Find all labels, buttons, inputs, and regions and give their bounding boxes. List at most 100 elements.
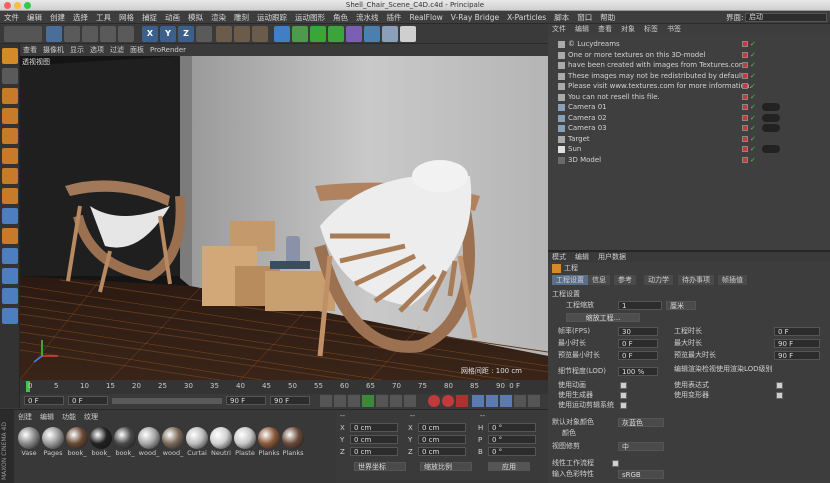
max-frame-field[interactable]: 90 F [226,396,266,405]
material-swatch[interactable] [258,427,280,449]
enabled-check-icon[interactable]: ✓ [750,93,756,100]
viewport-menu-cameras[interactable]: 摄像机 [40,44,67,56]
points-mode-icon[interactable] [2,128,18,144]
object-row[interactable]: © Lucydreams ✓ [548,39,830,49]
workplane-icon[interactable] [2,108,18,124]
material-swatch[interactable] [162,427,184,449]
attr-field-value[interactable]: 90 F [774,339,820,348]
tab-dynamics[interactable]: 动力学 [644,275,673,285]
checkbox[interactable] [620,382,627,389]
live-selection-icon[interactable] [46,26,62,42]
checkbox[interactable] [620,392,627,399]
attr-field-value[interactable]: 30 [618,327,658,336]
go-to-start-icon[interactable] [320,395,332,407]
size-field[interactable]: 0 cm [418,423,466,432]
object-row[interactable]: have been created with images from Textu… [548,60,830,70]
planar-workplane-icon[interactable] [2,288,18,304]
render-settings-icon[interactable] [252,26,268,42]
menu-vray[interactable]: V-Ray Bridge [447,11,503,24]
coordinate-mode-select[interactable]: 世界坐标 [354,462,406,471]
rotation-field[interactable]: 0 ° [488,423,536,432]
material-swatch[interactable] [186,427,208,449]
deformer-icon[interactable] [346,26,362,42]
sun-tag-icon[interactable] [762,145,780,153]
keyframe-selection-icon[interactable] [456,395,468,407]
material-swatch[interactable] [210,427,232,449]
tab-reference[interactable]: 参考 [614,275,636,285]
object-row[interactable]: These images may not be redistributed by… [548,71,830,81]
menu-window[interactable]: 窗口 [573,11,596,24]
linear-workflow-checkbox[interactable] [612,460,619,467]
position-field[interactable]: 0 cm [350,423,398,432]
material-swatch[interactable] [282,427,304,449]
enabled-check-icon[interactable]: ✓ [750,41,756,48]
texture-mode-icon[interactable] [2,88,18,104]
edges-mode-icon[interactable] [2,148,18,164]
visibility-dot-icon[interactable] [742,93,748,100]
am-menu-mode[interactable]: 模式 [552,253,566,261]
menu-render[interactable]: 渲染 [207,11,230,24]
material-swatch[interactable] [18,427,40,449]
menu-animate[interactable]: 动画 [161,11,184,24]
menu-pipeline[interactable]: 流水线 [352,11,383,24]
object-row[interactable]: You can not resell this file. ✓ [548,92,830,102]
position-field[interactable]: 0 cm [350,447,398,456]
rotate-icon[interactable] [100,26,116,42]
floor-icon[interactable] [364,26,380,42]
menu-character[interactable]: 角色 [329,11,352,24]
menu-tools[interactable]: 工具 [92,11,115,24]
camera-icon[interactable] [382,26,398,42]
y-axis-icon[interactable]: Y [160,26,176,42]
enabled-check-icon[interactable]: ✓ [750,51,756,58]
object-row[interactable]: Target ✓ [548,134,830,144]
size-field[interactable]: 0 cm [418,435,466,444]
rotation-key-icon[interactable] [500,395,512,407]
coordinate-system-icon[interactable] [196,26,212,42]
enabled-check-icon[interactable]: ✓ [750,125,756,132]
tweak-mode-icon[interactable] [2,208,18,224]
enabled-check-icon[interactable]: ✓ [750,72,756,79]
scale-key-icon[interactable] [486,395,498,407]
move-icon[interactable] [64,26,80,42]
recent-tools-icon[interactable] [118,26,134,42]
menu-simulate[interactable]: 模拟 [184,11,207,24]
material-menu-edit[interactable]: 编辑 [40,413,54,421]
project-scale-field[interactable]: 1 [618,301,662,310]
record-icon[interactable] [428,395,440,407]
attr-field-value[interactable]: 0 F [774,327,820,336]
array-icon[interactable] [328,26,344,42]
polygons-mode-icon[interactable] [2,168,18,184]
attr-field-value[interactable]: 0 F [618,351,658,360]
material-swatch[interactable] [90,427,112,449]
undo-redo-icon[interactable] [4,26,42,42]
visibility-dot-icon[interactable] [742,83,748,89]
size-field[interactable]: 0 cm [418,447,466,456]
go-to-end-icon[interactable] [404,395,416,407]
parameter-key-icon[interactable] [514,395,526,407]
material-swatch[interactable] [138,427,160,449]
menu-sculpt[interactable]: 雕刻 [230,11,253,24]
menu-snap[interactable]: 捕捉 [138,11,161,24]
input-color-select[interactable]: sRGB [618,470,664,479]
snap-icon[interactable] [2,248,18,264]
view-clip-select[interactable]: 中 [618,442,664,451]
material-menu-create[interactable]: 创建 [18,413,32,421]
render-picture-viewer-icon[interactable] [234,26,250,42]
object-row[interactable]: Camera 03 ✓ [548,123,830,133]
om-menu-objects[interactable]: 对象 [621,25,635,33]
enabled-check-icon[interactable]: ✓ [750,146,756,153]
next-key-icon[interactable] [390,395,402,407]
layout-select[interactable]: 启动 [745,13,827,22]
om-menu-edit[interactable]: 编辑 [575,25,589,33]
position-field[interactable]: 0 cm [350,435,398,444]
menu-edit[interactable]: 编辑 [23,11,46,24]
subdivision-icon[interactable] [310,26,326,42]
object-row[interactable]: Camera 01 ✓ [548,102,830,112]
previous-frame-icon[interactable] [348,395,360,407]
default-color-select[interactable]: 灰蓝色 [618,418,664,427]
visibility-dot-icon[interactable] [742,156,748,163]
visibility-dot-icon[interactable] [742,146,748,152]
visibility-dot-icon[interactable] [742,72,748,79]
end-frame-field[interactable]: 90 F [270,396,310,405]
object-row[interactable]: Sun ✓ [548,144,830,154]
